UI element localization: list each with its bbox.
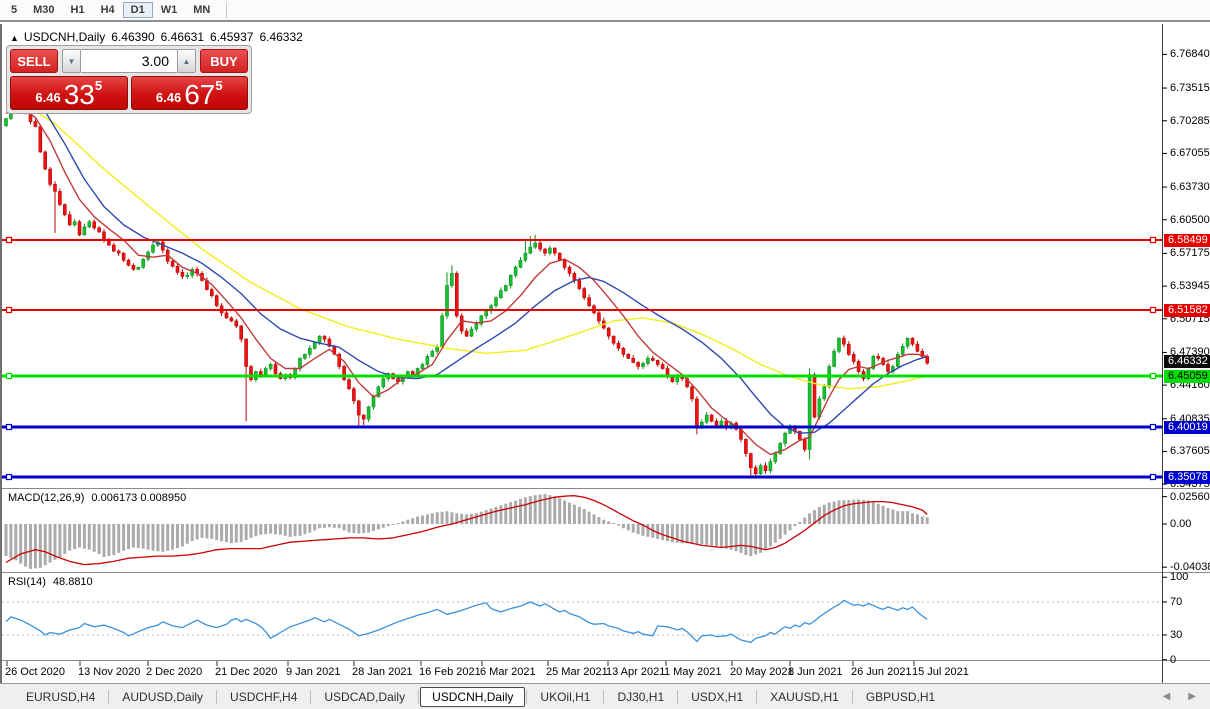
tab-usdcad-daily[interactable]: USDCAD,Daily <box>312 687 417 707</box>
timeframe-d1[interactable]: D1 <box>122 2 153 18</box>
trading-terminal: 5 M30 H1 H4 D1 W1 MN ▲ USDCNH,Daily 6.46390 6.466… <box>0 0 1210 709</box>
current-price-badge: 6.46332 <box>1164 354 1210 368</box>
date-label: 25 Mar 2021 <box>546 666 608 678</box>
tab-scroll-right-icon[interactable]: ▶ <box>1188 691 1196 702</box>
date-label: 1 May 2021 <box>664 666 722 678</box>
timeframe-m30[interactable]: M30 <box>25 2 62 18</box>
one-click-trading-panel: SELL ▼ ▲ BUY 6.46335 6.46675 <box>6 45 252 114</box>
ohlc-close: 6.46332 <box>259 30 303 44</box>
date-label: 28 Jan 2021 <box>352 666 413 678</box>
candles <box>4 77 930 479</box>
buy-price-prefix: 6.46 <box>155 90 182 105</box>
buy-price-pip: 5 <box>215 78 223 93</box>
tab-separator <box>310 689 312 704</box>
level-price-badge: 6.45059 <box>1164 369 1210 383</box>
collapse-triangle-icon: ▲ <box>10 33 19 43</box>
rsi-line <box>5 599 928 644</box>
date-label: 9 Jan 2021 <box>286 666 341 678</box>
toolbar-separator <box>226 2 228 18</box>
sell-price-prefix: 6.46 <box>35 90 61 105</box>
tab-dj30-h1[interactable]: DJ30,H1 <box>605 687 676 707</box>
timeframe-h1[interactable]: H1 <box>63 2 93 18</box>
level-price-badge: 6.35078 <box>1164 470 1210 484</box>
tab-separator <box>108 689 110 704</box>
ma-fast-red <box>5 106 928 456</box>
axis-tick-label: 6.70285 <box>1170 114 1210 127</box>
tab-separator <box>216 689 218 704</box>
macd-values: 0.006173 0.008950 <box>91 492 187 504</box>
axis-tick-label: 6.37605 <box>1170 445 1210 458</box>
rsi-axis-label: 100 <box>1170 571 1189 584</box>
buy-price-tile[interactable]: 6.46 67 5 <box>130 76 248 110</box>
tab-separator <box>603 689 605 704</box>
date-label: 26 Oct 2020 <box>5 666 65 678</box>
level-price-badge: 6.40019 <box>1164 420 1210 434</box>
tab-gbpusd-h1[interactable]: GBPUSD,H1 <box>854 687 947 707</box>
buy-price-big: 67 <box>184 79 216 110</box>
macd-axis-label: 0.00 <box>1170 518 1192 530</box>
tab-eurusd-h4[interactable]: EURUSD,H4 <box>14 687 107 707</box>
rsi-axis-label: 0 <box>1170 653 1177 666</box>
level-price-badge: 6.58499 <box>1164 233 1210 247</box>
date-label: 6 Mar 2021 <box>480 666 536 678</box>
symbol-tabbar: EURUSD,H4 AUDUSD,Daily USDCHF,H4 USDCAD,Dai… <box>0 683 1210 709</box>
chart-title: ▲ USDCNH,Daily 6.46390 6.46631 6.45937 6.4633… <box>10 30 303 44</box>
timeframe-h4[interactable]: H4 <box>93 2 123 18</box>
tab-separator <box>756 689 758 704</box>
rsi-value: 48.8810 <box>52 576 93 588</box>
level-price-badge: 6.51582 <box>1164 303 1210 317</box>
sell-button[interactable]: SELL <box>10 49 58 73</box>
axis-tick-label: 6.67055 <box>1170 147 1210 160</box>
spin-up-icon: ▲ <box>182 56 191 66</box>
timeframe-toolbar: 5 M30 H1 H4 D1 W1 MN <box>0 0 1210 22</box>
date-label: 13 Apr 2021 <box>606 666 666 678</box>
tab-separator <box>418 689 420 704</box>
axis-tick-label: 6.73515 <box>1170 82 1210 95</box>
macd-axis-label: 0.025609 <box>1170 490 1210 503</box>
buy-button[interactable]: BUY <box>200 49 248 73</box>
tab-separator <box>677 689 679 704</box>
volume-decrease-button[interactable]: ▼ <box>62 49 81 73</box>
tab-audusd-daily[interactable]: AUDUSD,Daily <box>110 687 215 707</box>
tab-xauusd-h1[interactable]: XAUUSD,H1 <box>758 687 851 707</box>
axis-tick-label: 6.76840 <box>1170 48 1210 61</box>
timeframe-5[interactable]: 5 <box>3 2 25 18</box>
tab-usdx-h1[interactable]: USDX,H1 <box>679 687 755 707</box>
ohlc-low: 6.45937 <box>210 30 254 44</box>
window-left-border <box>0 24 2 709</box>
sell-price-tile[interactable]: 6.46 33 5 <box>10 76 128 110</box>
tab-usdcnh-daily[interactable]: USDCNH,Daily <box>420 686 526 707</box>
tab-scroll-left-icon[interactable]: ◀ <box>1163 691 1171 702</box>
axis-tick-label: 6.57175 <box>1170 247 1210 260</box>
rsi-label: RSI(14) 48.8810 <box>8 576 93 588</box>
date-label: 21 Dec 2020 <box>215 666 278 678</box>
axis-tick-label: 6.53945 <box>1170 280 1210 293</box>
date-label: 15 Jul 2021 <box>912 666 969 678</box>
timeframe-w1[interactable]: W1 <box>153 2 186 18</box>
chart-symbol: USDCNH,Daily <box>23 30 106 44</box>
tab-separator <box>851 689 853 704</box>
volume-input[interactable] <box>81 49 177 73</box>
date-label: 8 Jun 2021 <box>788 666 843 678</box>
axis-tick-label: 6.60500 <box>1170 213 1210 226</box>
date-label: 2 Dec 2020 <box>146 666 203 678</box>
tab-ukoil-h1[interactable]: UKOil,H1 <box>528 687 602 707</box>
macd-label: MACD(12,26,9) 0.006173 0.008950 <box>8 492 187 504</box>
sell-price-pip: 5 <box>94 78 103 93</box>
rsi-axis-label: 30 <box>1170 629 1183 641</box>
date-label: 16 Feb 2021 <box>419 666 481 678</box>
sell-price-big: 33 <box>63 79 95 110</box>
date-label: 20 May 2021 <box>730 666 794 678</box>
spin-down-icon: ▼ <box>67 56 76 66</box>
axis-tick-label: 6.63730 <box>1170 181 1210 194</box>
rsi-axis-label: 70 <box>1170 596 1183 608</box>
date-label: 13 Nov 2020 <box>78 666 141 678</box>
volume-increase-button[interactable]: ▲ <box>177 49 196 73</box>
timeframe-mn[interactable]: MN <box>185 2 218 18</box>
ohlc-open: 6.46390 <box>111 30 155 44</box>
ohlc-high: 6.46631 <box>160 30 205 44</box>
tab-usdchf-h4[interactable]: USDCHF,H4 <box>218 687 309 707</box>
date-label: 26 Jun 2021 <box>851 666 912 678</box>
tab-separator <box>526 689 528 704</box>
